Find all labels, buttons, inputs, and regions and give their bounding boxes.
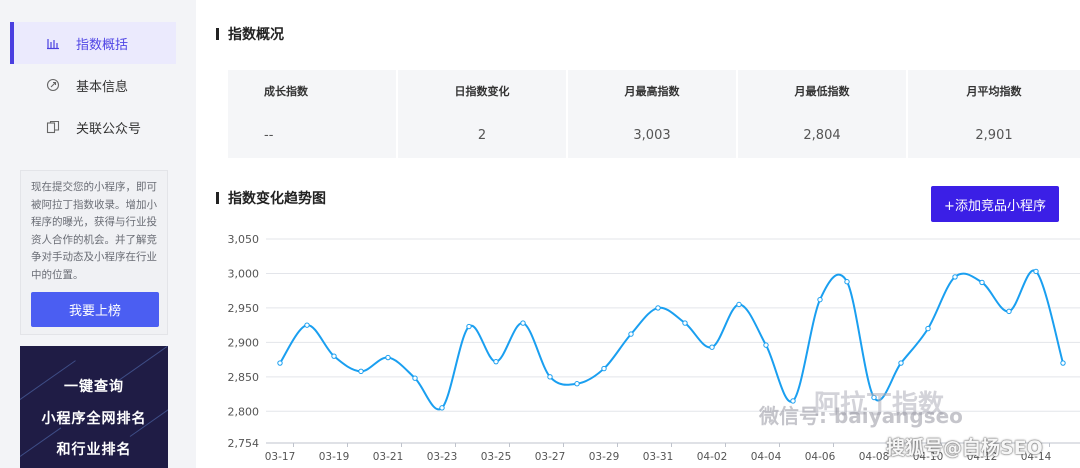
series-line bbox=[279, 269, 1064, 411]
y-tick-label: 2,800 bbox=[228, 405, 260, 418]
promo-box: 现在提交您的小程序，即可被阿拉丁指数收录。增加小程序的曝光，获得与行业投资人合作… bbox=[20, 170, 168, 335]
sidebar-item-label: 指数概括 bbox=[76, 37, 129, 53]
y-tick-label: 2,850 bbox=[228, 371, 260, 384]
x-tick-label: 04-08 bbox=[859, 451, 890, 463]
x-tick-label: 03-25 bbox=[481, 451, 512, 463]
x-tick-label: 03-19 bbox=[319, 451, 350, 463]
sidebar-item-index-overview[interactable]: 指数概括 bbox=[10, 22, 176, 64]
data-point bbox=[898, 360, 904, 366]
data-point bbox=[493, 358, 499, 365]
info-circle-icon bbox=[46, 78, 60, 92]
overview-value: 2 bbox=[477, 127, 487, 143]
overview-col-daily-change: 日指数变化 2 bbox=[398, 70, 566, 158]
data-point bbox=[628, 331, 634, 337]
overview-col-month-avg: 月平均指数 2,901 bbox=[908, 70, 1080, 158]
overview-value: 2,804 bbox=[803, 127, 841, 143]
data-point bbox=[547, 374, 553, 380]
watermark-wechat: 微信号: baiyangseo bbox=[759, 404, 963, 428]
x-tick-label: 03-29 bbox=[589, 451, 620, 463]
data-point bbox=[925, 325, 931, 332]
data-point bbox=[736, 301, 742, 308]
data-point bbox=[574, 381, 580, 387]
data-point bbox=[817, 296, 823, 303]
data-point bbox=[655, 305, 661, 311]
x-tick-label: 03-31 bbox=[643, 451, 674, 463]
x-tick-label: 03-21 bbox=[373, 451, 404, 463]
sidebar-item-label: 基本信息 bbox=[76, 79, 129, 95]
overview-col-month-low: 月最低指数 2,804 bbox=[738, 70, 906, 158]
overview-col-month-high: 月最高指数 3,003 bbox=[568, 70, 736, 158]
y-tick-label: 2,754 bbox=[228, 437, 260, 450]
overview-value: 2,901 bbox=[975, 127, 1013, 143]
sidebar: 指数概括 基本信息 关联公众号 现在提交您的小程序，即可被阿拉丁指数收录。增加小… bbox=[0, 0, 180, 468]
data-point bbox=[385, 354, 391, 361]
add-competitor-button[interactable]: +添加竞品小程序 bbox=[931, 186, 1059, 222]
data-point bbox=[1060, 360, 1066, 366]
y-tick-label: 2,900 bbox=[228, 336, 260, 349]
overview-header: 月最高指数 bbox=[624, 85, 680, 98]
banner-line: 小程序全网排名 bbox=[41, 411, 147, 427]
overview-value: -- bbox=[264, 127, 274, 143]
data-point bbox=[331, 353, 337, 359]
bar-chart-icon bbox=[46, 36, 60, 50]
data-point bbox=[1006, 308, 1012, 315]
data-point bbox=[763, 342, 769, 348]
data-point bbox=[1033, 268, 1039, 275]
watermark-sohu: 搜狐号@白杨SEO bbox=[886, 437, 1043, 459]
overview-header: 月平均指数 bbox=[966, 85, 1022, 98]
trend-chart: 2,754 2,800 2,850 2,900 2,950 3,000 3,050 03-17… bbox=[228, 233, 1080, 463]
data-point bbox=[358, 368, 364, 375]
overview-col-growth: 成长指数 -- bbox=[228, 70, 396, 158]
data-point bbox=[304, 322, 310, 328]
overview-value: 3,003 bbox=[633, 127, 671, 143]
data-point bbox=[682, 320, 688, 326]
data-point bbox=[439, 405, 445, 411]
overview-header: 成长指数 bbox=[264, 85, 308, 98]
data-point bbox=[277, 360, 283, 366]
data-point bbox=[979, 279, 985, 286]
data-point bbox=[520, 320, 526, 326]
overview-title: 指数概况 bbox=[216, 24, 284, 44]
overview-table: 成长指数 -- 日指数变化 2 月最高指数 3,003 月最低指数 2,804 … bbox=[228, 70, 1080, 158]
y-tick-label: 2,950 bbox=[228, 302, 260, 315]
y-tick-label: 3,050 bbox=[228, 233, 260, 246]
data-point bbox=[412, 375, 418, 381]
data-point bbox=[952, 274, 958, 280]
x-tick-label: 03-17 bbox=[265, 451, 296, 463]
ranking-banner[interactable]: 一键查询 小程序全网排名 和行业排名 bbox=[20, 346, 168, 468]
x-tick-label: 03-27 bbox=[535, 451, 566, 463]
sidebar-item-label: 关联公众号 bbox=[76, 121, 142, 137]
overview-header: 日指数变化 bbox=[454, 85, 510, 98]
data-point bbox=[601, 365, 607, 372]
x-tick-label: 04-02 bbox=[697, 451, 728, 463]
sidebar-item-basic-info[interactable]: 基本信息 bbox=[10, 64, 176, 106]
sidebar-menu: 指数概括 基本信息 关联公众号 bbox=[10, 22, 176, 148]
data-point bbox=[844, 279, 850, 285]
overview-header: 月最低指数 bbox=[794, 85, 850, 98]
trend-title: 指数变化趋势图 bbox=[216, 188, 326, 208]
banner-line: 一键查询 bbox=[64, 379, 124, 395]
join-ranking-button[interactable]: 我要上榜 bbox=[31, 292, 159, 327]
main-panel: 指数概况 成长指数 -- 日指数变化 2 月最高指数 3,003 月最低指数 2… bbox=[196, 0, 1080, 468]
promo-text: 现在提交您的小程序，即可被阿拉丁指数收录。增加小程序的曝光，获得与行业投资人合作… bbox=[31, 181, 157, 281]
x-tick-label: 03-23 bbox=[427, 451, 458, 463]
banner-line: 和行业排名 bbox=[56, 442, 132, 458]
data-point bbox=[709, 344, 715, 350]
y-tick-label: 3,000 bbox=[228, 267, 260, 280]
sidebar-item-linked-accounts[interactable]: 关联公众号 bbox=[10, 106, 176, 148]
copy-icon bbox=[46, 120, 60, 134]
data-point bbox=[466, 323, 472, 330]
x-tick-label: 04-06 bbox=[805, 451, 836, 463]
x-tick-label: 04-04 bbox=[751, 451, 782, 463]
